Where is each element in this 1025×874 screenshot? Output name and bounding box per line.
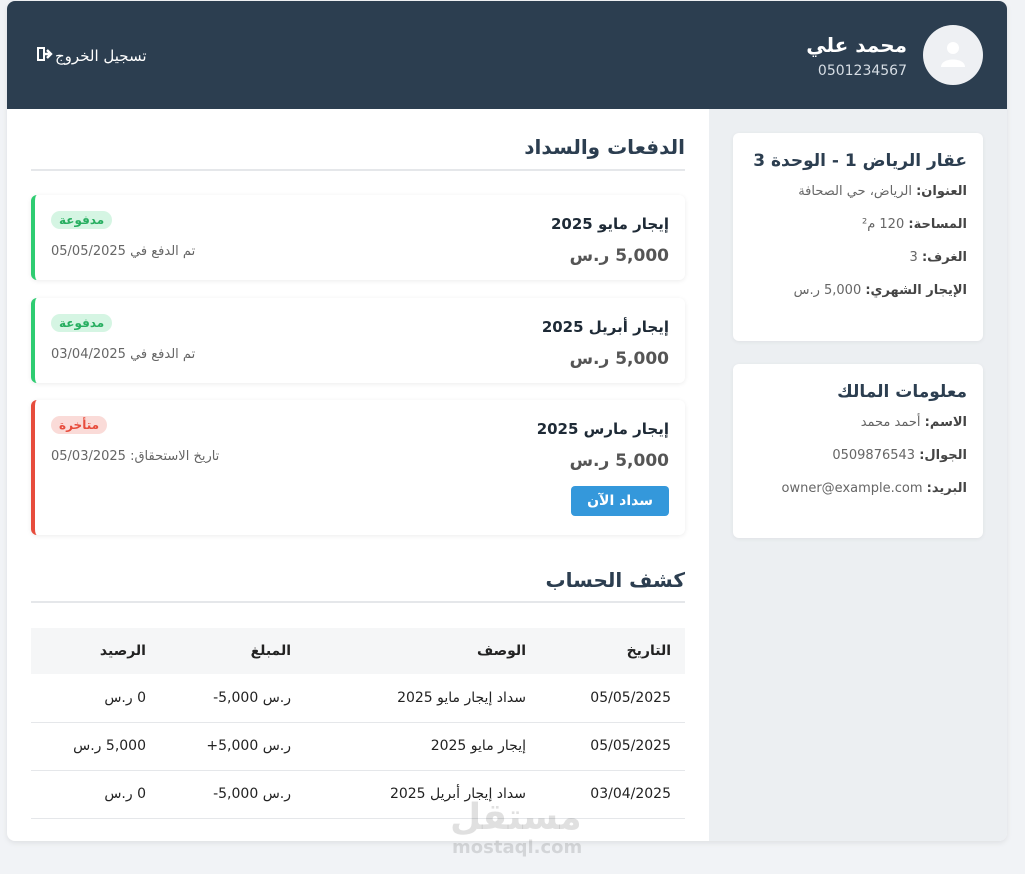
rent-value: 5,000 ر.س xyxy=(793,283,862,298)
user-icon xyxy=(941,42,965,67)
payment-amount: 5,000 ر.س xyxy=(569,246,669,266)
property-rooms: الغرف: 3 xyxy=(749,250,967,270)
column-header: المبلغ xyxy=(160,628,305,674)
payment-amount: 5,000 ر.س xyxy=(569,451,669,471)
payment-title: إيجار مايو 2025 xyxy=(550,215,669,233)
payment-note: تم الدفع في 05/05/2025 xyxy=(51,244,196,259)
area-label: المساحة: xyxy=(908,217,967,232)
owner-title: معلومات المالك xyxy=(837,382,967,402)
area-value: 120 م² xyxy=(862,217,905,232)
pay-now-button[interactable]: سداد الآن xyxy=(571,486,669,516)
statement-title: كشف الحساب xyxy=(545,568,685,592)
owner-email-value[interactable]: owner@example.com xyxy=(782,481,923,496)
property-title: عقار الرياض 1 - الوحدة 3 xyxy=(753,151,967,171)
property-card: عقار الرياض 1 - الوحدة 3 العنوان: الرياض… xyxy=(733,133,983,341)
payment-title: إيجار مارس 2025 xyxy=(536,420,669,438)
address-label: العنوان: xyxy=(916,184,967,199)
watermark-domain: mostaql.com xyxy=(452,837,583,858)
table-header-row: التاريخ الوصف المبلغ الرصيد xyxy=(31,628,685,674)
cell-balance: 5,000 ر.س xyxy=(31,722,160,771)
column-header: الوصف xyxy=(305,628,540,674)
content-area: عقار الرياض 1 - الوحدة 3 العنوان: الرياض… xyxy=(7,109,1007,841)
payments-divider xyxy=(31,169,685,171)
cell-amount: -5,000 ر.س xyxy=(160,674,305,723)
cell-description: إيجار مايو 2025 xyxy=(305,722,540,771)
user-avatar xyxy=(923,25,983,85)
watermark-logo: مستقل xyxy=(450,797,582,838)
payment-amount: 5,000 ر.س xyxy=(569,349,669,369)
logout-label: تسجيل الخروج xyxy=(55,47,147,65)
payment-card: إيجار مايو 2025 5,000 ر.س مدفوعة تم الدف… xyxy=(31,195,685,280)
payments-title: الدفعات والسداد xyxy=(524,135,685,159)
owner-email: البريد: owner@example.com xyxy=(749,481,968,501)
column-header: التاريخ xyxy=(540,628,685,674)
payment-card-late: إيجار مارس 2025 5,000 ر.س متأخرة تاريخ ا… xyxy=(31,400,685,535)
rooms-label: الغرف: xyxy=(921,250,967,265)
status-badge: مدفوعة xyxy=(51,211,113,229)
owner-mobile-label: الجوال: xyxy=(919,448,967,463)
table-row: 03/04/2025 سداد إيجار أبريل 2025 -5,000 … xyxy=(31,770,685,819)
cell-date: 05/05/2025 xyxy=(540,722,685,771)
property-address: العنوان: الرياض، حي الصحافة xyxy=(749,184,967,204)
rent-label: الإيجار الشهري: xyxy=(865,283,967,298)
owner-name-label: الاسم: xyxy=(924,415,967,430)
user-phone: 0501234567 xyxy=(817,63,907,79)
owner-mobile-value: 0509876543 xyxy=(832,448,916,463)
payment-note: تاريخ الاستحقاق: 05/03/2025 xyxy=(51,449,220,464)
statement-table: التاريخ الوصف المبلغ الرصيد 05/05/2025 س… xyxy=(31,628,685,819)
cell-balance: 0 ر.س xyxy=(31,770,160,819)
property-rent: الإيجار الشهري: 5,000 ر.س xyxy=(749,283,967,303)
payment-note: تم الدفع في 03/04/2025 xyxy=(51,347,196,362)
owner-mobile: الجوال: 0509876543 xyxy=(749,448,967,468)
cell-amount: +5,000 ر.س xyxy=(160,722,305,771)
cell-balance: 0 ر.س xyxy=(31,674,160,723)
sidebar: عقار الرياض 1 - الوحدة 3 العنوان: الرياض… xyxy=(709,109,1007,841)
column-header: الرصيد xyxy=(31,628,160,674)
cell-description: سداد إيجار مايو 2025 xyxy=(305,674,540,723)
cell-amount: -5,000 ر.س xyxy=(160,770,305,819)
owner-name-value: أحمد محمد xyxy=(860,415,921,430)
sign-out-icon xyxy=(37,47,53,65)
address-value: الرياض، حي الصحافة xyxy=(798,184,912,199)
rooms-value: 3 xyxy=(909,250,918,265)
header-bar: محمد علي 0501234567 تسجيل الخروج xyxy=(7,1,1007,109)
user-name: محمد علي xyxy=(806,33,907,57)
logout-button[interactable]: تسجيل الخروج xyxy=(37,47,147,65)
owner-name: الاسم: أحمد محمد xyxy=(749,415,967,435)
status-badge-late: متأخرة xyxy=(51,416,108,434)
table-row: 05/05/2025 سداد إيجار مايو 2025 -5,000 ر… xyxy=(31,674,685,723)
cell-date: 05/05/2025 xyxy=(540,674,685,723)
statement-divider xyxy=(31,601,685,603)
payment-card: إيجار أبريل 2025 5,000 ر.س مدفوعة تم الد… xyxy=(31,298,685,383)
status-badge: مدفوعة xyxy=(51,314,113,332)
property-area: المساحة: 120 م² xyxy=(749,217,967,237)
owner-card: معلومات المالك الاسم: أحمد محمد الجوال: … xyxy=(733,364,983,538)
page-container: محمد علي 0501234567 تسجيل الخروج عقار ال… xyxy=(7,1,1007,841)
owner-email-label: البريد: xyxy=(926,481,967,496)
table-row: 05/05/2025 إيجار مايو 2025 +5,000 ر.س 5,… xyxy=(31,722,685,771)
payment-title: إيجار أبريل 2025 xyxy=(541,318,669,336)
